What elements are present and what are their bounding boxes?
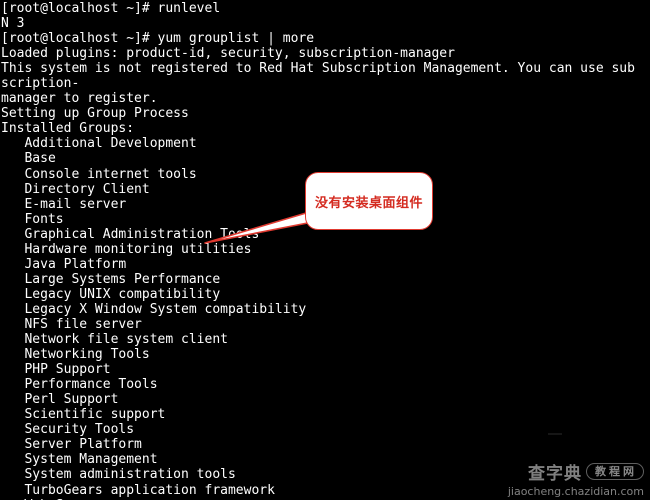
- watermark-brand: 查字典: [528, 464, 582, 484]
- terminal-line: Base: [1, 151, 56, 167]
- terminal-line: Perl Support: [1, 392, 119, 408]
- terminal-line: Installed Groups:: [1, 121, 135, 137]
- terminal-line: scription-: [1, 76, 80, 92]
- annotation-callout-text: 没有安装桌面组件: [314, 195, 423, 211]
- terminal-line: This system is not registered to Red Hat…: [1, 61, 635, 77]
- terminal-line: [root@localhost ~]# runlevel: [1, 1, 221, 16]
- terminal-line: manager to register.: [1, 91, 158, 107]
- watermark: 查字典 教程网 jiaocheng.chazidian.com: [508, 459, 644, 498]
- terminal-line: [root@localhost ~]# yum grouplist | more: [1, 31, 315, 47]
- watermark-tag: 教程网: [586, 463, 644, 480]
- terminal-line: Large Systems Performance: [1, 271, 221, 287]
- terminal-line: Hardware monitoring utilities: [1, 241, 252, 257]
- terminal-line: Security Tools: [1, 422, 135, 438]
- watermark-url: jiaocheng.chazidian.com: [507, 485, 644, 498]
- terminal-line: N 3: [1, 16, 25, 32]
- terminal-line: Legacy X Window System compatibility: [1, 301, 307, 317]
- terminal-output[interactable]: [root@localhost ~]# runlevel N 3 [root@loc…: [0, 0, 650, 500]
- terminal-line: Networking Tools: [1, 347, 150, 363]
- terminal-screenshot: [root@localhost ~]# runlevel N 3 [root@loc…: [0, 0, 650, 500]
- terminal-line: Performance Tools: [1, 377, 158, 393]
- terminal-line: Network file system client: [1, 332, 228, 348]
- watermark-logo-row: 查字典 教程网: [508, 459, 644, 484]
- terminal-line: PHP Support: [1, 362, 111, 378]
- terminal-line: Java Platform: [1, 256, 127, 272]
- terminal-line: Loaded plugins: product-id, security, su…: [1, 46, 455, 62]
- terminal-line: Setting up Group Process: [1, 106, 189, 122]
- terminal-line: NFS file server: [1, 316, 142, 332]
- annotation-callout: 没有安装桌面组件: [305, 172, 433, 230]
- terminal-line: Server Platform: [1, 437, 142, 453]
- screen-artifact: [548, 433, 562, 435]
- terminal-line: Scientific support: [1, 407, 166, 423]
- terminal-line: Legacy UNIX compatibility: [1, 286, 221, 302]
- terminal-line: Additional Development: [1, 136, 197, 152]
